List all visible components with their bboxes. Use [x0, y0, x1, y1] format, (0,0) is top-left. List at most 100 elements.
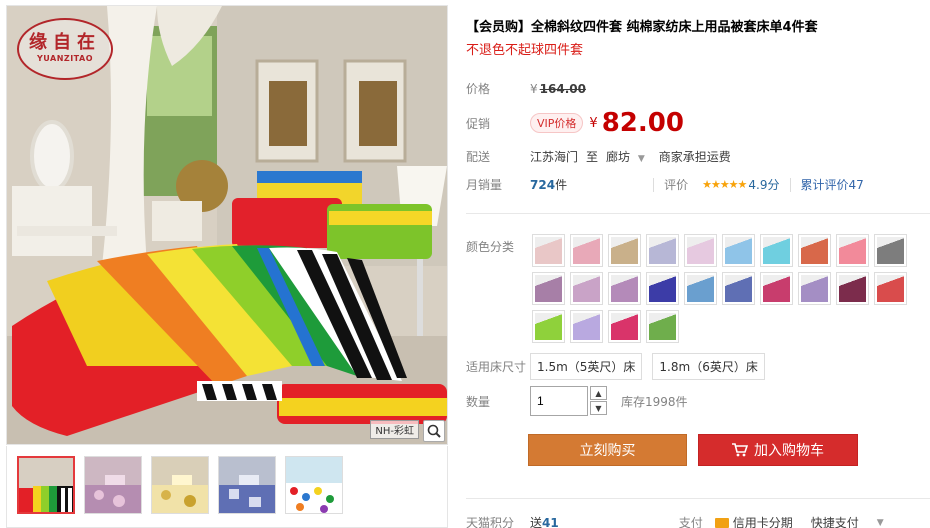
thumbnail-1[interactable] — [17, 456, 75, 514]
decrease-button[interactable]: ▼ — [590, 401, 607, 415]
color-swatch-2[interactable] — [570, 234, 603, 267]
sales-label: 月销量 — [466, 178, 503, 192]
swatch-thumbnail — [649, 275, 676, 302]
zoom-icon[interactable] — [423, 420, 445, 442]
original-price: 164.00 — [539, 81, 586, 96]
footer-row: 天猫积分 送 41 支付 信用卡分期 快捷支付 ▼ — [466, 514, 884, 528]
quick-pay: 快捷支付 — [810, 516, 859, 528]
rating-stars: ★★★★★ — [702, 178, 747, 191]
swatch-thumbnail — [801, 237, 828, 264]
review-total-label: 累计评价 — [800, 178, 849, 192]
color-swatch-14[interactable] — [646, 272, 679, 305]
thumbnail-5[interactable] — [285, 456, 343, 514]
size-option-1-8m[interactable]: 1.8m（6英尺）床 — [652, 353, 765, 380]
points-label: 天猫积分 — [466, 516, 515, 528]
add-to-cart-label: 加入购物车 — [754, 443, 824, 459]
color-swatch-10[interactable] — [874, 234, 907, 267]
divider — [653, 177, 655, 192]
promo-label: 促销 — [466, 116, 491, 131]
swatch-thumbnail — [611, 275, 638, 302]
main-product-image[interactable]: 缘自在 YUANZITAO NH-彩虹 — [6, 5, 448, 445]
color-swatch-17[interactable] — [760, 272, 793, 305]
color-swatch-21[interactable] — [532, 310, 565, 343]
points-prefix: 送 — [530, 516, 543, 528]
cart-icon — [732, 443, 748, 457]
product-code-label: NH-彩虹 — [370, 420, 419, 439]
swatch-thumbnail — [649, 237, 676, 264]
color-swatch-9[interactable] — [836, 234, 869, 267]
size-label: 适用床尺寸 — [466, 360, 527, 374]
section-divider — [466, 213, 930, 214]
color-swatch-5[interactable] — [684, 234, 717, 267]
vip-badge: VIP价格 — [530, 113, 584, 133]
color-swatch-3[interactable] — [608, 234, 641, 267]
sales-unit: 件 — [555, 178, 568, 192]
quantity-input[interactable] — [530, 386, 588, 416]
payment-label: 支付 — [678, 516, 703, 528]
color-swatch-list — [532, 234, 922, 348]
product-info-panel: 【会员购】全棉斜纹四件套 纯棉家纺床上用品被套床单4件套 不退色不起球四件套 价… — [466, 0, 930, 528]
color-swatch-16[interactable] — [722, 272, 755, 305]
color-swatch-6[interactable] — [722, 234, 755, 267]
swatch-thumbnail — [763, 275, 790, 302]
color-swatch-13[interactable] — [608, 272, 641, 305]
swatch-thumbnail — [839, 237, 866, 264]
buy-now-button[interactable]: 立刻购买 — [528, 434, 687, 466]
logo-text-en: YUANZITAO — [36, 54, 94, 63]
review-total-count: 47 — [848, 178, 864, 192]
swatch-thumbnail — [611, 237, 638, 264]
size-option-1-5m[interactable]: 1.5m（5英尺）床 — [530, 353, 643, 380]
swatch-thumbnail — [763, 237, 790, 264]
color-swatch-23[interactable] — [608, 310, 641, 343]
swatch-thumbnail — [725, 237, 752, 264]
swatch-thumbnail — [801, 275, 828, 302]
review-total-link[interactable]: 累计评价47 — [801, 176, 864, 193]
add-to-cart-button[interactable]: 加入购物车 — [698, 434, 858, 466]
rating-score: 4.9分 — [748, 178, 780, 192]
section-divider — [466, 498, 930, 499]
swatch-thumbnail — [573, 275, 600, 302]
color-swatch-24[interactable] — [646, 310, 679, 343]
price-row: 价格 ¥ 164.00 — [466, 80, 586, 97]
promo-price: 82.00 — [601, 108, 684, 138]
color-swatch-19[interactable] — [836, 272, 869, 305]
swatch-thumbnail — [877, 275, 904, 302]
delivery-to-word: 至 — [586, 150, 599, 164]
swatch-thumbnail — [839, 275, 866, 302]
color-swatch-18[interactable] — [798, 272, 831, 305]
quantity-row: 数量 ▲ ▼ 库存1998件 — [466, 386, 688, 416]
original-currency: ¥ — [530, 81, 538, 96]
chevron-down-icon[interactable]: ▼ — [877, 518, 884, 528]
color-swatch-1[interactable] — [532, 234, 565, 267]
thumbnail-strip — [6, 446, 448, 528]
color-swatch-12[interactable] — [570, 272, 603, 305]
delivery-label: 配送 — [466, 150, 491, 164]
increase-button[interactable]: ▲ — [590, 386, 607, 400]
promo-row: 促销 VIP价格 ¥ 82.00 — [466, 108, 684, 138]
delivery-destination-select[interactable]: 廊坊 ▼ — [606, 148, 645, 165]
swatch-thumbnail — [611, 313, 638, 340]
color-swatch-15[interactable] — [684, 272, 717, 305]
color-swatch-7[interactable] — [760, 234, 793, 267]
color-swatch-8[interactable] — [798, 234, 831, 267]
delivery-destination: 廊坊 — [606, 150, 631, 164]
color-swatch-4[interactable] — [646, 234, 679, 267]
color-swatch-22[interactable] — [570, 310, 603, 343]
sales-count: 724 — [530, 177, 556, 192]
points-value: 41 — [542, 515, 559, 528]
price-label: 价格 — [466, 82, 491, 96]
swatch-thumbnail — [725, 275, 752, 302]
product-title: 【会员购】全棉斜纹四件套 纯棉家纺床上用品被套床单4件套 — [466, 20, 818, 35]
chevron-down-icon: ▼ — [637, 154, 645, 164]
rating-label: 评价 — [664, 178, 689, 192]
thumbnail-3[interactable] — [151, 456, 209, 514]
product-subtitle: 不退色不起球四件套 — [466, 43, 584, 58]
thumbnail-4[interactable] — [218, 456, 276, 514]
color-swatch-20[interactable] — [874, 272, 907, 305]
color-label: 颜色分类 — [466, 240, 515, 254]
thumbnail-2[interactable] — [84, 456, 142, 514]
brand-logo: 缘自在 YUANZITAO — [17, 18, 113, 80]
color-swatch-11[interactable] — [532, 272, 565, 305]
delivery-note: 商家承担运费 — [658, 150, 731, 164]
quantity-label: 数量 — [466, 394, 491, 409]
